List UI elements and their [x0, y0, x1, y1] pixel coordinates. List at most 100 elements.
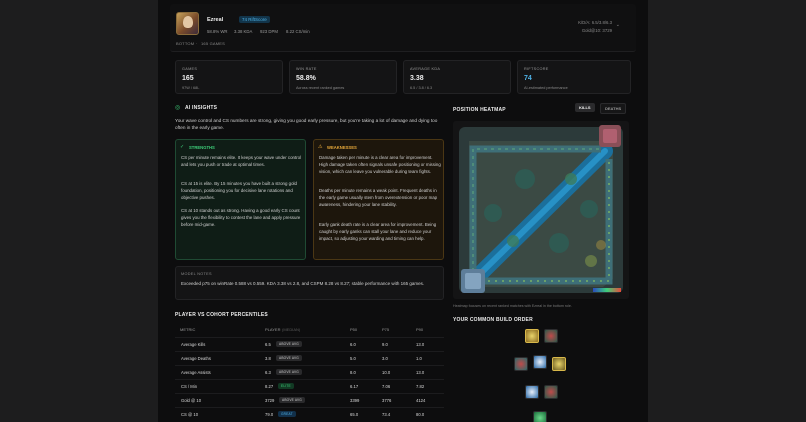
percentiles-title: PLAYER VS COHORT PERCENTILES [175, 312, 268, 318]
row-metric: CS / Min [181, 384, 198, 389]
row-p75: 3776 [382, 398, 392, 403]
col-player: PLAYER [265, 327, 281, 332]
col-metric: METRIC [180, 327, 196, 332]
stat-value: 58.8% [296, 75, 316, 82]
row-player: 6.5 [265, 342, 271, 347]
row-p90: 7.82 [416, 384, 425, 389]
item-icon[interactable] [552, 357, 566, 371]
page: Ezreal 74 RiftScore 58.8% WR 3.38 KDA 92… [158, 0, 648, 422]
stat-label: RIFTSCORE [524, 67, 549, 71]
item-icon[interactable] [533, 355, 547, 369]
model-notes-label: MODEL NOTES [181, 272, 212, 276]
weakness-item: Early gank death rate is a clear area fo… [319, 222, 437, 241]
heatmap-map [453, 121, 629, 299]
row-p75: 9.0 [382, 342, 388, 347]
row-player: 3.8 [265, 356, 271, 361]
warning-icon: ⚠ [318, 144, 323, 150]
row-player: 79.0 [265, 412, 274, 417]
stat-sub: 97W / 68L [182, 86, 200, 90]
position-heatmap [453, 121, 629, 299]
row-p50: 3399 [350, 398, 360, 403]
strengths-card: ✓ STRENGTHS CS per minute remains elite.… [175, 139, 306, 260]
strength-item: CS per minute remains elite. It keeps yo… [181, 155, 302, 167]
weakness-item: Deaths per minute remains a weak point. … [319, 188, 438, 207]
table-row: Average Assists 6.3 ABOVE AVG 8.0 10.0 1… [175, 365, 444, 379]
breadcrumb-separator: · [196, 41, 198, 46]
row-player: 6.3 [265, 370, 271, 375]
weaknesses-title: WEAKNESSES [327, 145, 357, 150]
insights-title: AI INSIGHTS [185, 105, 218, 111]
table-row: Gold @ 10 3729 ABOVE AVG 3399 3776 4124 [175, 393, 444, 407]
row-metric: Average Kills [181, 342, 206, 347]
header-kda-summary: K/D/A: 6.5/3.8/6.3 [578, 20, 612, 25]
status-badge: ABOVE AVG [276, 341, 302, 347]
item-icon[interactable] [514, 357, 528, 371]
row-p90: 80.0 [416, 412, 425, 417]
heatmap-caption: Heatmap focuses on recent ranked matches… [453, 304, 572, 308]
stat-card-games: GAMES 165 97W / 68L [175, 60, 283, 94]
chevron-down-icon[interactable]: ⌄ [616, 22, 620, 28]
col-p75: P75 [382, 327, 390, 332]
stat-label: AVERAGE KDA [410, 67, 441, 71]
row-metric: Average Deaths [181, 356, 211, 361]
build-title: YOUR COMMON BUILD ORDER [453, 317, 533, 323]
status-badge: ABOVE AVG [276, 355, 302, 361]
row-player: 3729 [265, 398, 275, 403]
row-p75: 10.0 [382, 370, 391, 375]
strengths-title: STRENGTHS [189, 145, 215, 150]
table-row: Average Kills 6.5 ABOVE AVG 6.0 9.0 13.0 [175, 337, 444, 351]
item-icon[interactable] [544, 329, 558, 343]
sparkle-icon: ◎ [175, 105, 181, 111]
stat-label: WIN RATE [296, 67, 317, 71]
meta-cs: 8.22 CS/min [286, 29, 310, 34]
row-p75: 3.0 [382, 356, 388, 361]
col-player-median: (MEDIAN) [282, 327, 301, 332]
row-metric: CS @ 10 [181, 412, 199, 417]
row-p50: 6.0 [350, 342, 356, 347]
tab-kills[interactable]: KILLS [575, 103, 595, 112]
stat-card-winrate: WIN RATE 58.8% Across recent ranked game… [289, 60, 397, 94]
table-row: CS / Min 8.27 ELITE 6.17 7.06 7.82 [175, 379, 444, 393]
item-icon[interactable] [533, 411, 547, 422]
model-notes-card: MODEL NOTES Exceeded p75 on winRate 0.58… [175, 266, 444, 300]
champion-portrait [176, 12, 199, 35]
strength-item: CS at 10 stands out as strong. Having a … [181, 208, 301, 227]
tab-deaths[interactable]: DEATHS [600, 103, 627, 114]
stat-value: 3.38 [410, 75, 424, 82]
row-p90: 4124 [416, 398, 426, 403]
stat-card-riftscore: RIFTSCORE 74 AI-estimated performance [517, 60, 631, 94]
row-p75: 73.4 [382, 412, 391, 417]
meta-kda: 3.38 KDA [234, 29, 253, 34]
champion-header: Ezreal 74 RiftScore 58.8% WR 3.38 KDA 92… [170, 4, 636, 52]
stat-card-kda: AVERAGE KDA 3.38 6.5 / 3.8 / 6.3 [403, 60, 511, 94]
stat-label: GAMES [182, 67, 198, 71]
row-p90: 13.0 [416, 370, 425, 375]
insights-summary: Your wave control and CS numbers are str… [175, 118, 438, 131]
strength-item: CS at 15 is elite. By 15 minutes you hav… [181, 181, 297, 200]
col-p90: P90 [416, 327, 424, 332]
status-badge: ABOVE AVG [279, 397, 305, 403]
check-circle-icon: ✓ [180, 144, 185, 150]
row-p50: 65.0 [350, 412, 359, 417]
stat-sub: AI-estimated performance [524, 86, 568, 90]
header-gold-summary: Gold@10: 3729 [581, 28, 612, 33]
status-badge: GREAT [278, 411, 296, 417]
stat-value: 74 [524, 75, 532, 82]
row-p50: 8.0 [350, 370, 356, 375]
item-icon[interactable] [525, 385, 539, 399]
stat-value: 165 [182, 75, 194, 82]
breadcrumb-games: 165 GAMES [201, 41, 226, 46]
table-row: Average Deaths 3.8 ABOVE AVG 5.0 3.0 1.0 [175, 351, 444, 365]
row-metric: Gold @ 10 [181, 398, 202, 403]
riftscore-badge: 74 RiftScore [239, 16, 270, 23]
status-badge: ABOVE AVG [276, 369, 302, 375]
table-row: CS @ 10 79.0 GREAT 65.0 73.4 80.0 [175, 407, 444, 421]
item-icon[interactable] [544, 385, 558, 399]
meta-dpm: 923 DPM [260, 29, 278, 34]
item-icon[interactable] [525, 329, 539, 343]
model-notes-text: Exceeded p75 on winRate 0.588 vs 0.559. … [181, 281, 425, 286]
status-badge: ELITE [278, 383, 294, 389]
weakness-item: Damage taken per minute is a clear area … [319, 155, 441, 174]
meta-winrate: 58.8% WR [207, 29, 228, 34]
row-p90: 1.0 [416, 356, 422, 361]
